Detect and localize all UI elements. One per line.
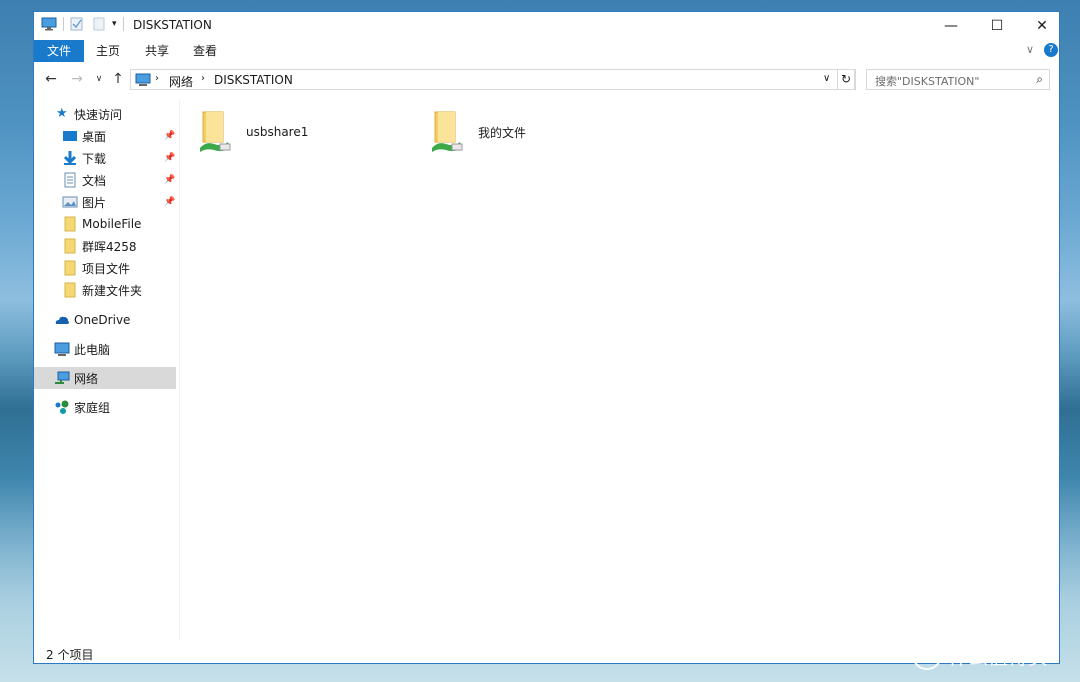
pin-icon[interactable]: 📌: [164, 175, 175, 185]
breadcrumb-separator[interactable]: ›: [155, 73, 159, 84]
sidebar-item-documents[interactable]: 文档 📌: [34, 169, 176, 191]
minimize-button[interactable]: —: [928, 12, 974, 40]
sidebar-item-quick-access[interactable]: ★ 快速访问: [34, 103, 176, 125]
breadcrumb-separator[interactable]: ›: [201, 73, 205, 84]
watermark-text: 什么值得买: [948, 644, 1048, 669]
cloud-icon: [55, 316, 69, 324]
maximize-button[interactable]: ☐: [974, 12, 1020, 40]
window-title: DISKSTATION: [133, 18, 212, 32]
sidebar-item-project-files[interactable]: 项目文件: [34, 257, 176, 279]
tab-home[interactable]: 主页: [88, 40, 128, 62]
item-name: 我的文件: [478, 125, 527, 140]
sidebar-item-label: 此电脑: [74, 342, 111, 357]
computer-icon: [54, 342, 70, 356]
folder-icon: [64, 260, 76, 276]
document-icon: [64, 172, 76, 188]
list-item-my-files[interactable]: 我的文件: [430, 110, 526, 154]
sidebar-item-network[interactable]: 网络: [34, 367, 176, 389]
sidebar-item-label: 家庭组: [74, 400, 111, 415]
computer-icon: [41, 17, 57, 31]
properties-icon[interactable]: [70, 17, 84, 31]
sidebar-item-label: 文档: [82, 173, 107, 188]
star-icon: ★: [56, 106, 68, 121]
new-folder-icon[interactable]: [92, 17, 106, 31]
network-icon: [55, 371, 70, 384]
quick-access-toolbar: ▾: [41, 17, 130, 31]
sidebar-item-label: 快速访问: [74, 107, 123, 122]
tab-share[interactable]: 共享: [137, 40, 177, 62]
sidebar-item-downloads[interactable]: 下载 📌: [34, 147, 176, 169]
sidebar-item-label: 网络: [74, 371, 99, 386]
ribbon-tabs: 文件 主页 共享 查看 ∨ ?: [34, 40, 1059, 62]
sidebar-item-label: 新建文件夹: [82, 283, 143, 298]
sidebar-item-new-folder[interactable]: 新建文件夹: [34, 279, 176, 301]
close-button[interactable]: ✕: [1019, 12, 1065, 40]
back-button[interactable]: ←: [42, 70, 60, 88]
shared-folder-icon: [200, 111, 231, 152]
computer-icon: [135, 73, 151, 86]
folder-icon: [64, 238, 76, 254]
search-icon: ⌕: [1036, 72, 1043, 86]
item-count: 2 个项目: [46, 648, 94, 662]
explorer-window: ▾ DISKSTATION — ☐ ✕ 文件 主页 共享 查看 ∨ ? ← → …: [33, 11, 1060, 664]
expand-ribbon-icon[interactable]: ∨: [1026, 43, 1034, 56]
watermark: 值 什么值得买: [912, 640, 1048, 670]
address-history-dropdown[interactable]: ∨: [823, 73, 830, 84]
recent-locations-dropdown[interactable]: ∨: [90, 70, 108, 88]
customize-qa-dropdown[interactable]: ▾: [112, 19, 117, 29]
sidebar-item-desktop[interactable]: 桌面 📌: [34, 125, 176, 147]
sidebar-item-label: 下载: [82, 151, 107, 166]
breadcrumb-diskstation[interactable]: DISKSTATION: [214, 73, 293, 87]
pin-icon[interactable]: 📌: [164, 197, 175, 207]
search-input[interactable]: 搜索"DISKSTATION" ⌕: [866, 69, 1050, 90]
pin-icon[interactable]: 📌: [164, 153, 175, 163]
pin-icon[interactable]: 📌: [164, 131, 175, 141]
sidebar-item-label: OneDrive: [74, 313, 131, 327]
folder-icon: [64, 282, 76, 298]
sidebar-item-qunhui[interactable]: 群晖4258: [34, 235, 176, 257]
tab-view[interactable]: 查看: [185, 40, 225, 62]
sidebar-item-label: MobileFile: [82, 217, 142, 231]
list-item-usbshare1[interactable]: usbshare1: [198, 110, 308, 154]
sidebar-item-homegroup[interactable]: 家庭组: [34, 396, 176, 418]
file-list: usbshare1 我的文件: [180, 100, 1059, 640]
up-button[interactable]: ↑: [109, 70, 127, 88]
refresh-button[interactable]: ↻: [837, 69, 855, 90]
item-name: usbshare1: [246, 125, 309, 139]
shared-folder-icon: [432, 111, 463, 152]
download-icon: [63, 151, 77, 165]
search-placeholder: 搜索"DISKSTATION": [875, 75, 980, 88]
sidebar-item-pictures[interactable]: 图片 📌: [34, 191, 176, 213]
sidebar-item-label: 项目文件: [82, 261, 131, 276]
watermark-logo-icon: 值: [912, 640, 942, 670]
pictures-icon: [62, 196, 78, 208]
desktop-icon: [63, 131, 77, 141]
sidebar-item-label: 桌面: [82, 129, 107, 144]
forward-button[interactable]: →: [68, 70, 86, 88]
folder-icon: [64, 216, 76, 232]
sidebar-item-onedrive[interactable]: OneDrive: [34, 309, 176, 331]
sidebar-item-label: 图片: [82, 195, 107, 210]
help-icon[interactable]: ?: [1044, 43, 1058, 57]
tab-file[interactable]: 文件: [34, 40, 84, 62]
sidebar-item-this-pc[interactable]: 此电脑: [34, 338, 176, 360]
sidebar-item-label: 群晖4258: [82, 239, 137, 254]
navigation-pane: ★ 快速访问 桌面 📌 下载 📌 文档 📌 图片 📌 MobileFile 群晖…: [34, 100, 180, 640]
homegroup-icon: [55, 400, 69, 414]
address-row: ← → ∨ ↑ › 网络 › DISKSTATION ∨ ↻ 搜索"DISKST…: [34, 67, 1059, 93]
title-bar: ▾ DISKSTATION — ☐ ✕: [34, 12, 1059, 40]
address-bar[interactable]: › 网络 › DISKSTATION ∨: [130, 69, 856, 90]
breadcrumb-network[interactable]: 网络: [169, 73, 193, 90]
status-bar: 2 个项目: [34, 643, 1059, 663]
sidebar-item-mobilefile[interactable]: MobileFile: [34, 213, 176, 235]
